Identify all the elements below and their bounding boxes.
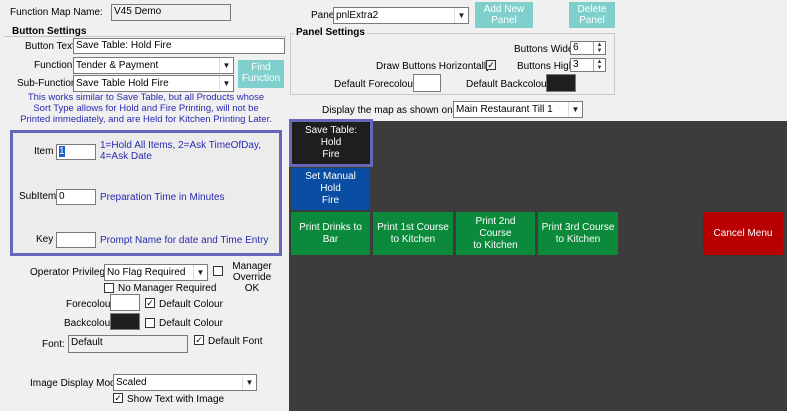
operator-privilege-value: No Flag Required <box>107 267 186 278</box>
button-text-label: Button Text <box>25 41 75 52</box>
find-function-button[interactable]: Find Function <box>238 60 284 88</box>
chevron-down-icon: ▼ <box>193 265 207 280</box>
pos-button-set-manual-hold-fire[interactable]: Set Manual Hold Fire <box>291 168 370 210</box>
pos-button-print-1st-course[interactable]: Print 1st Course to Kitchen <box>373 212 453 255</box>
chevron-down-icon: ▼ <box>242 375 256 390</box>
no-manager-required-checkbox[interactable] <box>104 283 114 293</box>
pos-button-print-drinks[interactable]: Print Drinks to Bar <box>291 212 370 255</box>
default-backcolour-label: Default Colour <box>159 318 223 329</box>
panel-select-value: pnlExtra2 <box>336 10 379 21</box>
subitem-input[interactable]: 0 <box>56 189 96 205</box>
key-input[interactable] <box>56 232 96 248</box>
spinner-arrows-icon[interactable]: ▲ ▼ <box>593 42 605 54</box>
forecolour-label: Forecolour <box>66 299 114 310</box>
draw-horizontally-label: Draw Buttons Horizontally: <box>376 61 494 72</box>
panel-select[interactable]: pnlExtra2 ▼ <box>333 7 469 24</box>
default-forecolour-checkbox[interactable]: ✓ <box>145 298 155 308</box>
subitem-label: SubItem <box>19 191 57 202</box>
font-field[interactable]: Default <box>68 335 188 353</box>
panel-settings-title: Panel Settings <box>294 27 367 38</box>
manager-override-label: Manager Override OK <box>232 261 272 294</box>
subfunction-select[interactable]: Save Table Hold Fire ▼ <box>73 75 234 92</box>
image-display-mode-label: Image Display Mode: <box>30 378 124 389</box>
backcolour-label: Backcolour <box>64 318 114 329</box>
chevron-down-icon: ▼ <box>219 58 233 73</box>
buttons-high-spinner[interactable]: 3 ▲ ▼ <box>570 58 606 72</box>
operator-privilege-select[interactable]: No Flag Required ▼ <box>104 264 208 281</box>
font-label: Font: <box>42 339 65 350</box>
pos-button-cancel-menu[interactable]: Cancel Menu <box>703 212 783 255</box>
spinner-arrows-icon[interactable]: ▲ ▼ <box>593 59 605 71</box>
buttons-wide-value: 6 <box>573 42 579 53</box>
default-backcolour-checkbox[interactable] <box>145 318 155 328</box>
subfunction-label: Sub-Function <box>17 78 77 89</box>
default-forecolour-label: Default Colour <box>159 299 223 310</box>
operator-privilege-label: Operator Privilege: <box>30 267 114 278</box>
pos-button-print-3rd-course[interactable]: Print 3rd Course to Kitchen <box>538 212 618 255</box>
buttons-wide-spinner[interactable]: 6 ▲ ▼ <box>570 41 606 55</box>
buttons-high-label: Buttons High: <box>517 61 578 72</box>
buttons-high-value: 3 <box>573 59 579 70</box>
button-text-input[interactable]: Save Table: Hold Fire <box>73 38 285 54</box>
function-select-value: Tender & Payment <box>76 60 159 71</box>
default-backcolour-panel-label: Default Backcolour <box>466 79 550 90</box>
draw-horizontally-checkbox[interactable]: ✓ <box>486 60 496 70</box>
buttons-wide-label: Buttons Wide: <box>514 44 577 55</box>
no-manager-required-label: No Manager Required <box>118 283 217 294</box>
subfunction-select-value: Save Table Hold Fire <box>76 78 169 89</box>
default-forecolour-panel-swatch[interactable] <box>413 74 441 92</box>
function-label: Function <box>34 60 73 71</box>
till-display-label: Display the map as shown on till: <box>322 105 468 116</box>
default-backcolour-panel-swatch[interactable] <box>546 74 576 92</box>
image-display-mode-select[interactable]: Scaled ▼ <box>113 374 257 391</box>
item-help-text: 1=Hold All Items, 2=Ask TimeOfDay, 4=Ask… <box>100 140 261 162</box>
add-new-panel-button[interactable]: Add New Panel <box>475 2 533 28</box>
image-display-mode-value: Scaled <box>116 377 147 388</box>
manager-override-checkbox[interactable] <box>213 266 223 276</box>
show-text-with-image-label: Show Text with Image <box>127 394 225 405</box>
function-description: This works similar to Save Table, but al… <box>20 92 272 125</box>
function-map-label: Function Map Name: <box>10 7 103 18</box>
default-forecolour-panel-label: Default Forecolour <box>334 79 417 90</box>
chevron-down-icon: ▼ <box>219 76 233 91</box>
item-input[interactable]: 1 <box>56 144 96 160</box>
till-select[interactable]: Main Restaurant Till 1 ▼ <box>453 101 583 118</box>
subitem-help-text: Preparation Time in Minutes <box>100 192 225 203</box>
forecolour-swatch[interactable] <box>110 294 140 311</box>
key-help-text: Prompt Name for date and Time Entry <box>100 235 269 246</box>
default-font-checkbox[interactable]: ✓ <box>194 335 204 345</box>
show-text-with-image-checkbox[interactable]: ✓ <box>113 393 123 403</box>
item-input-value: 1 <box>59 146 65 157</box>
key-label: Key <box>36 234 54 245</box>
item-label: Item <box>34 146 54 157</box>
backcolour-swatch[interactable] <box>110 313 140 330</box>
delete-panel-button[interactable]: Delete Panel <box>569 2 615 28</box>
chevron-down-icon: ▼ <box>568 102 582 117</box>
default-font-label: Default Font <box>208 336 263 347</box>
pos-button-print-2nd-course[interactable]: Print 2nd Course to Kitchen <box>456 212 535 255</box>
till-select-value: Main Restaurant Till 1 <box>456 104 553 115</box>
function-select[interactable]: Tender & Payment ▼ <box>73 57 234 74</box>
pos-button-save-table-hold-fire[interactable]: Save Table: Hold Fire <box>292 122 370 164</box>
chevron-down-icon: ▼ <box>454 8 468 23</box>
function-map-name-field[interactable]: V45 Demo <box>111 4 231 21</box>
